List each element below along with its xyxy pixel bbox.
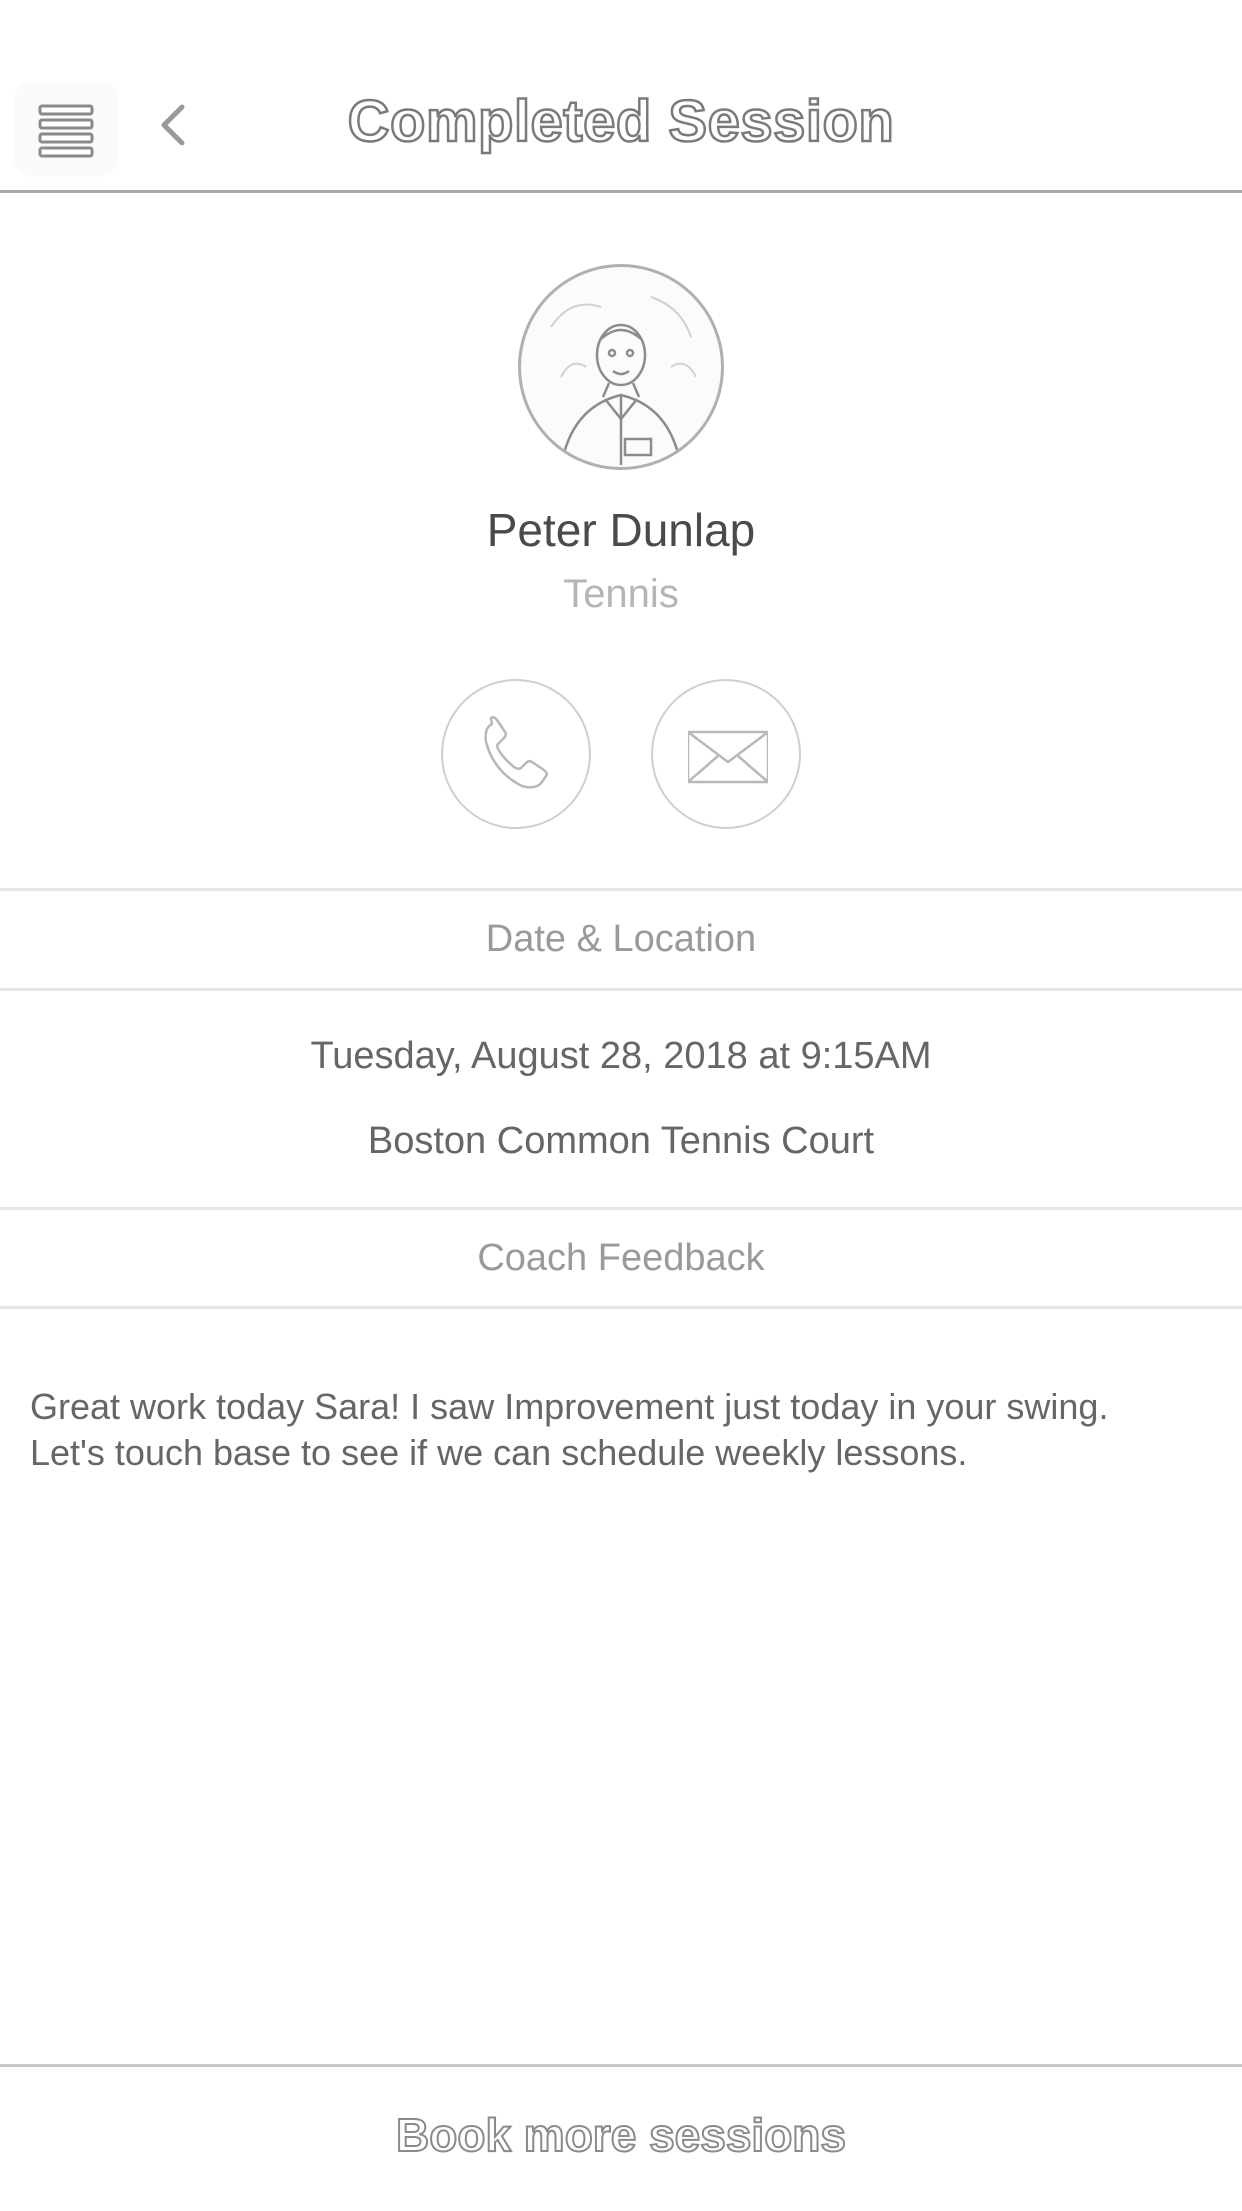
menu-button[interactable] bbox=[16, 84, 116, 174]
book-more-sessions-button[interactable]: Book more sessions bbox=[0, 2108, 1242, 2162]
envelope-icon bbox=[688, 730, 768, 784]
call-button[interactable] bbox=[441, 679, 591, 829]
session-location: Boston Common Tennis Court bbox=[367, 1120, 875, 1162]
feedback-text: Great work today Sara! I saw Improvement… bbox=[30, 1386, 1109, 1473]
coach-name: Peter Dunlap bbox=[486, 504, 756, 556]
back-button[interactable] bbox=[150, 95, 200, 155]
phone-icon bbox=[484, 716, 548, 789]
divider bbox=[0, 1306, 1242, 1309]
divider bbox=[0, 888, 1242, 891]
hamburger-menu-icon bbox=[38, 104, 94, 158]
chevron-left-icon bbox=[161, 104, 185, 146]
date-location-heading: Date & Location bbox=[485, 918, 757, 960]
page-title: Completed Session bbox=[346, 88, 895, 156]
coach-feedback-heading: Coach Feedback bbox=[477, 1237, 765, 1279]
email-button[interactable] bbox=[651, 679, 801, 829]
divider bbox=[0, 1207, 1242, 1210]
coach-sport: Tennis bbox=[563, 572, 679, 616]
coach-avatar bbox=[518, 264, 724, 470]
session-datetime: Tuesday, August 28, 2018 at 9:15AM bbox=[310, 1035, 932, 1077]
divider bbox=[0, 988, 1242, 991]
